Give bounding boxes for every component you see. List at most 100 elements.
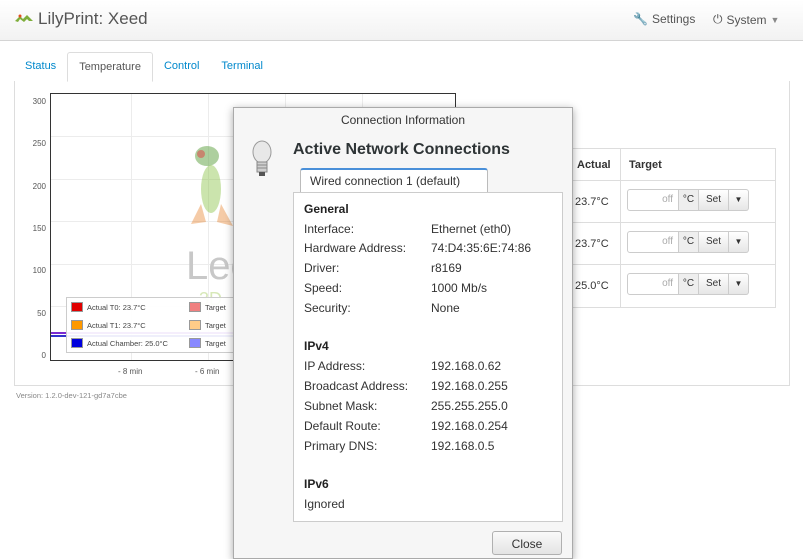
tab-terminal[interactable]: Terminal [210, 52, 274, 82]
chevron-down-icon[interactable]: ▼ [729, 189, 749, 211]
col-actual: Actual [571, 149, 621, 180]
dialog-heading: Active Network Connections [293, 141, 510, 158]
legend-swatch [189, 338, 201, 348]
tab-control[interactable]: Control [153, 52, 210, 82]
legend-swatch [189, 302, 201, 312]
detail-row: Security: None [304, 301, 460, 315]
section-general-title: General [304, 202, 349, 216]
detail-row: IP Address: 192.168.0.62 [304, 359, 501, 373]
ipv6-value: Ignored [304, 497, 345, 511]
x-tick: - 6 min [195, 367, 220, 376]
legend-swatch [189, 320, 201, 330]
detail-value: 192.168.0.62 [431, 359, 502, 373]
settings-label: Settings [651, 12, 696, 26]
detail-row: Primary DNS: 192.168.0.5 [304, 439, 494, 453]
detail-key: Speed: [304, 281, 343, 295]
brand-title: LilyPrint: Xeed [38, 9, 148, 28]
legend-target-label: Target [205, 320, 226, 330]
chevron-down-icon: ▼ [770, 14, 780, 25]
power-icon: ⏻ [713, 12, 723, 26]
x-tick: - 8 min [118, 367, 143, 376]
detail-key: Security: [304, 301, 351, 315]
unit-label: °C [679, 231, 699, 253]
system-label: System [726, 12, 767, 27]
tab-status[interactable]: Status [14, 52, 67, 82]
actual-temp: 25.0°C [571, 265, 621, 307]
target-temp-input[interactable]: off [627, 231, 679, 253]
brand[interactable]: LilyPrint: Xeed [14, 9, 148, 29]
legend-swatch [71, 302, 83, 312]
detail-key: IP Address: [304, 359, 366, 373]
dialog-title: Connection Information [340, 113, 466, 127]
detail-key: Driver: [304, 261, 340, 275]
legend-swatch [71, 320, 83, 330]
detail-key: Interface: [304, 222, 355, 236]
y-tick: 250 [32, 139, 46, 148]
tab-temperature[interactable]: Temperature [67, 52, 153, 82]
temperature-table: Actual Target 23.7°C off °C Set ▼ 23.7°C… [570, 148, 776, 308]
detail-value: 255.255.255.0 [431, 399, 508, 413]
target-temp-input[interactable]: off [627, 273, 679, 295]
system-menu[interactable]: ⏻ System ▼ [713, 12, 779, 27]
y-tick: 0 [41, 351, 46, 360]
table-row: 23.7°C off °C Set ▼ [571, 223, 775, 265]
legend-label: Actual T1: 23.7°C [87, 320, 146, 330]
detail-row: Speed: 1000 Mb/s [304, 281, 487, 295]
version-text: Version: 1.2.0-dev-121-gd7a7cbe [16, 391, 127, 400]
legend-row: Actual Chamber: 25.0°C Target [67, 334, 233, 352]
connection-details: General Interface: Ethernet (eth0) Hardwa… [293, 192, 563, 522]
section-ipv6-title: IPv6 [304, 477, 329, 491]
y-tick: 300 [32, 97, 46, 106]
chevron-down-icon[interactable]: ▼ [729, 231, 749, 253]
detail-value: 1000 Mb/s [431, 281, 488, 295]
detail-value: r8169 [431, 261, 462, 275]
detail-row: Hardware Address: 74:D4:35:6E:74:86 [304, 241, 531, 255]
detail-value: 74:D4:35:6E:74:86 [431, 241, 532, 255]
main-tabs: Status Temperature Control Terminal [14, 52, 274, 82]
detail-value: Ethernet (eth0) [431, 222, 512, 236]
detail-key: Default Route: [304, 419, 381, 433]
legend-target-label: Target [205, 302, 226, 312]
frog-mascot-icon [191, 146, 233, 226]
legend-row: Actual T1: 23.7°C Target [67, 316, 233, 334]
detail-key: Hardware Address: [304, 241, 407, 255]
legend-label: Actual Chamber: 25.0°C [87, 338, 168, 348]
detail-row: Broadcast Address: 192.168.0.255 [304, 379, 508, 393]
tab-wired-connection[interactable]: Wired connection 1 (default) [300, 168, 488, 192]
lightbulb-icon [252, 140, 272, 176]
legend-target-label: Target [205, 338, 226, 348]
detail-key: Primary DNS: [304, 439, 378, 453]
settings-link[interactable]: 🔧 Settings [633, 12, 695, 26]
connection-info-dialog: Connection Information Active Network Co… [233, 107, 573, 559]
actual-temp: 23.7°C [571, 223, 621, 264]
actual-temp: 23.7°C [571, 181, 621, 222]
table-row: 25.0°C off °C Set ▼ [571, 265, 775, 307]
detail-key: Subnet Mask: [304, 399, 378, 413]
target-temp-input[interactable]: off [627, 189, 679, 211]
detail-row: Interface: Ethernet (eth0) [304, 222, 511, 236]
set-button[interactable]: Set [699, 231, 729, 253]
legend-label: Actual T0: 23.7°C [87, 302, 146, 312]
detail-row: Default Route: 192.168.0.254 [304, 419, 508, 433]
close-button[interactable]: Close [492, 531, 562, 555]
detail-value: None [431, 301, 460, 315]
detail-key: Broadcast Address: [304, 379, 409, 393]
unit-label: °C [679, 189, 699, 211]
y-tick: 100 [32, 266, 46, 275]
wrench-icon: 🔧 [633, 12, 648, 26]
table-header: Actual Target [571, 149, 775, 181]
section-ipv4-title: IPv4 [304, 339, 329, 353]
navbar: LilyPrint: Xeed 🔧 Settings ⏻ System ▼ [0, 0, 803, 41]
unit-label: °C [679, 273, 699, 295]
detail-value: 192.168.0.254 [431, 419, 508, 433]
set-button[interactable]: Set [699, 273, 729, 295]
y-tick: 200 [32, 182, 46, 191]
detail-value: 192.168.0.255 [431, 379, 508, 393]
set-button[interactable]: Set [699, 189, 729, 211]
legend-row: Actual T0: 23.7°C Target [67, 298, 233, 316]
detail-row: Driver: r8169 [304, 261, 462, 275]
chevron-down-icon[interactable]: ▼ [729, 273, 749, 295]
graph-legend: Actual T0: 23.7°C Target Actual T1: 23.7… [66, 297, 234, 353]
frog-logo-icon [15, 14, 33, 22]
detail-row: Subnet Mask: 255.255.255.0 [304, 399, 508, 413]
